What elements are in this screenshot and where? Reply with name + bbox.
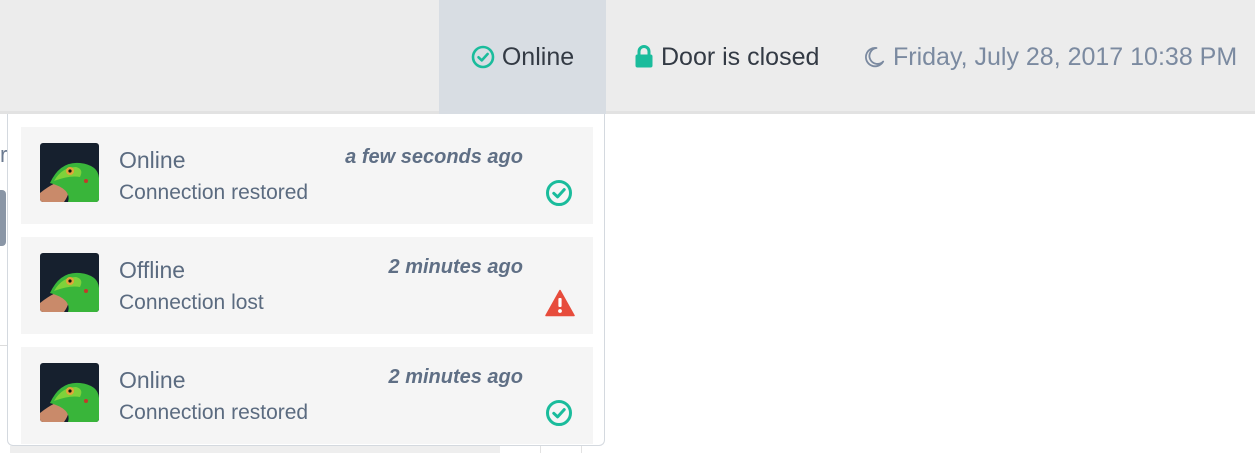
notification-time: a few seconds ago (345, 146, 523, 168)
moon-icon (862, 45, 886, 69)
notification-item[interactable]: Offline Connection lost 2 minutes ago (21, 237, 593, 334)
notification-time: 2 minutes ago (388, 366, 523, 388)
check-circle-icon (471, 45, 495, 69)
avatar (40, 143, 99, 202)
background-panel-fragment (10, 446, 500, 453)
connection-status-label: Online (501, 42, 575, 71)
notifications-dropdown: Online Connection restored a few seconds… (7, 114, 605, 446)
top-navbar: Online Door is closed Friday, July 28, 2… (0, 0, 1255, 114)
background-button-fragment (0, 190, 6, 246)
notification-message: Connection restored (119, 181, 309, 204)
check-circle-icon (545, 179, 573, 207)
connection-status-dropdown-toggle[interactable]: Online (439, 0, 606, 114)
door-status-label: Door is closed (661, 42, 820, 71)
warning-icon (545, 289, 575, 317)
check-circle-icon (545, 399, 573, 427)
door-status[interactable]: Door is closed (634, 0, 819, 114)
notification-title: Online (119, 147, 186, 173)
notification-message: Connection restored (119, 401, 309, 424)
clock-label: Friday, July 28, 2017 10:38 PM (893, 42, 1238, 71)
notification-item[interactable]: Online Connection restored 2 minutes ago (21, 347, 593, 444)
notification-message: Connection lost (119, 291, 264, 314)
clock: Friday, July 28, 2017 10:38 PM (862, 0, 1237, 114)
notification-title: Offline (119, 257, 186, 283)
notification-time: 2 minutes ago (388, 256, 523, 278)
avatar (40, 253, 99, 312)
notification-item[interactable]: Online Connection restored a few seconds… (21, 127, 593, 224)
avatar (40, 363, 99, 422)
notification-title: Online (119, 367, 186, 393)
lock-icon (634, 44, 654, 70)
background-panel-fragment (540, 446, 582, 453)
